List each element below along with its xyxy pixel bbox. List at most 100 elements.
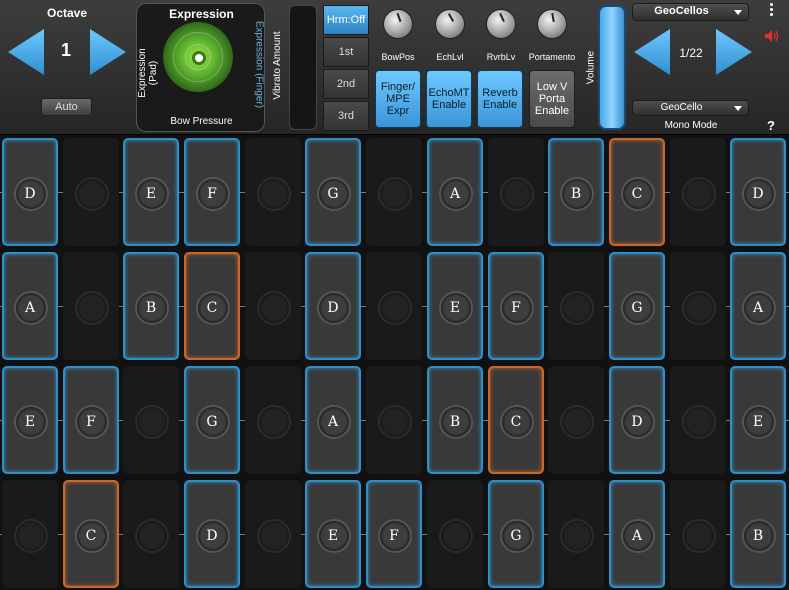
note-pad-f[interactable]: F [366,480,422,588]
auto-button[interactable]: Auto [41,98,92,116]
note-label: A [752,300,764,316]
pad-circle [682,291,716,325]
pad-circle [439,519,473,553]
pad-circle [378,291,412,325]
octave-up-button[interactable] [90,29,126,75]
note-pad-a[interactable]: A [2,252,58,360]
note-pad-b[interactable]: B [730,480,786,588]
fret-pad-empty[interactable] [245,366,301,474]
fret-pad-empty[interactable] [670,252,726,360]
fret-pad-empty[interactable] [488,138,544,246]
fret-pad-empty[interactable] [548,252,604,360]
note-pad-d[interactable]: D [609,366,665,474]
note-label: E [145,186,157,202]
note-pad-g[interactable]: G [184,366,240,474]
preset-select[interactable]: GeoCellos [632,3,749,21]
note-pad-f[interactable]: F [184,138,240,246]
pad-circle [682,177,716,211]
fret-pad-empty[interactable] [2,480,58,588]
fret-pad-empty[interactable] [366,138,422,246]
note-label: D [327,300,339,316]
harmonic-3rd-button[interactable]: 3rd [323,101,369,131]
sub-preset-select[interactable]: GeoCello [632,100,749,116]
fret-pad-empty[interactable] [63,138,119,246]
finger-mpe-expr-toggle[interactable]: Finger/ MPE Expr [375,70,421,128]
note-pad-f[interactable]: F [63,366,119,474]
note-label: E [24,414,36,430]
note-pad-c[interactable]: C [63,480,119,588]
fret-pad-empty[interactable] [670,480,726,588]
fret-pad-empty[interactable] [123,480,179,588]
octave-down-button[interactable] [8,29,44,75]
expression-cursor[interactable] [192,51,206,65]
pad-circle [257,519,291,553]
fret-pad-empty[interactable] [366,252,422,360]
fret-pad-empty[interactable] [427,480,483,588]
note-pad-c[interactable]: C [609,138,665,246]
note-pad-d[interactable]: D [305,252,361,360]
note-pad-g[interactable]: G [609,252,665,360]
pad-circle [378,177,412,211]
fret-pad-empty[interactable] [548,480,604,588]
bowpos-knob[interactable] [383,9,413,39]
pad-circle [257,291,291,325]
pad-circle [560,291,594,325]
note-pad-g[interactable]: G [488,480,544,588]
note-label: F [389,528,399,544]
note-pad-e[interactable]: E [123,138,179,246]
pad-circle [560,519,594,553]
fret-pad-empty[interactable] [245,252,301,360]
note-pad-e[interactable]: E [730,366,786,474]
more-menu-icon[interactable] [767,2,775,20]
fret-pad-empty[interactable] [245,480,301,588]
echomt-enable-toggle[interactable]: EchoMT Enable [426,70,472,128]
note-pad-f[interactable]: F [488,252,544,360]
fret-pad-empty[interactable] [123,366,179,474]
note-grid: D E F G A B C D A B C D E F G A E F G A B C D E C D E F G A B [0,136,789,590]
rvrblv-knob[interactable] [486,9,516,39]
harmonic-1st-button[interactable]: 1st [323,37,369,67]
note-pad-b[interactable]: B [123,252,179,360]
note-pad-e[interactable]: E [2,366,58,474]
note-pad-e[interactable]: E [305,480,361,588]
note-pad-a[interactable]: A [609,480,665,588]
preset-prev-button[interactable] [634,29,670,75]
fret-pad-empty[interactable] [245,138,301,246]
note-label: D [24,186,36,202]
echlvl-knob[interactable] [435,9,465,39]
note-pad-b[interactable]: B [427,366,483,474]
volume-slider[interactable] [598,5,626,130]
note-pad-b[interactable]: B [548,138,604,246]
preset-next-button[interactable] [716,29,752,75]
note-label: B [752,528,764,544]
note-label: F [86,414,96,430]
harmonic-off-button[interactable]: Hrm:Off [323,5,369,35]
note-pad-d[interactable]: D [2,138,58,246]
note-pad-d[interactable]: D [730,138,786,246]
help-icon[interactable]: ? [763,118,779,133]
note-pad-g[interactable]: G [305,138,361,246]
note-pad-a[interactable]: A [305,366,361,474]
fret-pad-empty[interactable] [670,366,726,474]
portamento-knob[interactable] [537,9,567,39]
chevron-down-icon [734,106,742,111]
fret-pad-empty[interactable] [670,138,726,246]
fret-pad-empty[interactable] [63,252,119,360]
note-pad-a[interactable]: A [730,252,786,360]
note-pad-c[interactable]: C [488,366,544,474]
fret-pad-empty[interactable] [548,366,604,474]
expression-pad[interactable]: Expression Expression (Pad) Expression (… [136,3,265,132]
note-pad-c[interactable]: C [184,252,240,360]
harmonic-2nd-button[interactable]: 2nd [323,69,369,99]
note-label: D [631,414,643,430]
pad-circle [257,405,291,439]
expression-title: Expression [169,7,234,21]
low-v-porta-enable-toggle[interactable]: Low V Porta Enable [529,70,575,128]
note-pad-a[interactable]: A [427,138,483,246]
fret-pad-empty[interactable] [366,366,422,474]
note-pad-e[interactable]: E [427,252,483,360]
reverb-enable-toggle[interactable]: Reverb Enable [477,70,523,128]
note-pad-d[interactable]: D [184,480,240,588]
vibrato-slider[interactable] [289,5,317,130]
speaker-icon[interactable] [764,29,780,43]
